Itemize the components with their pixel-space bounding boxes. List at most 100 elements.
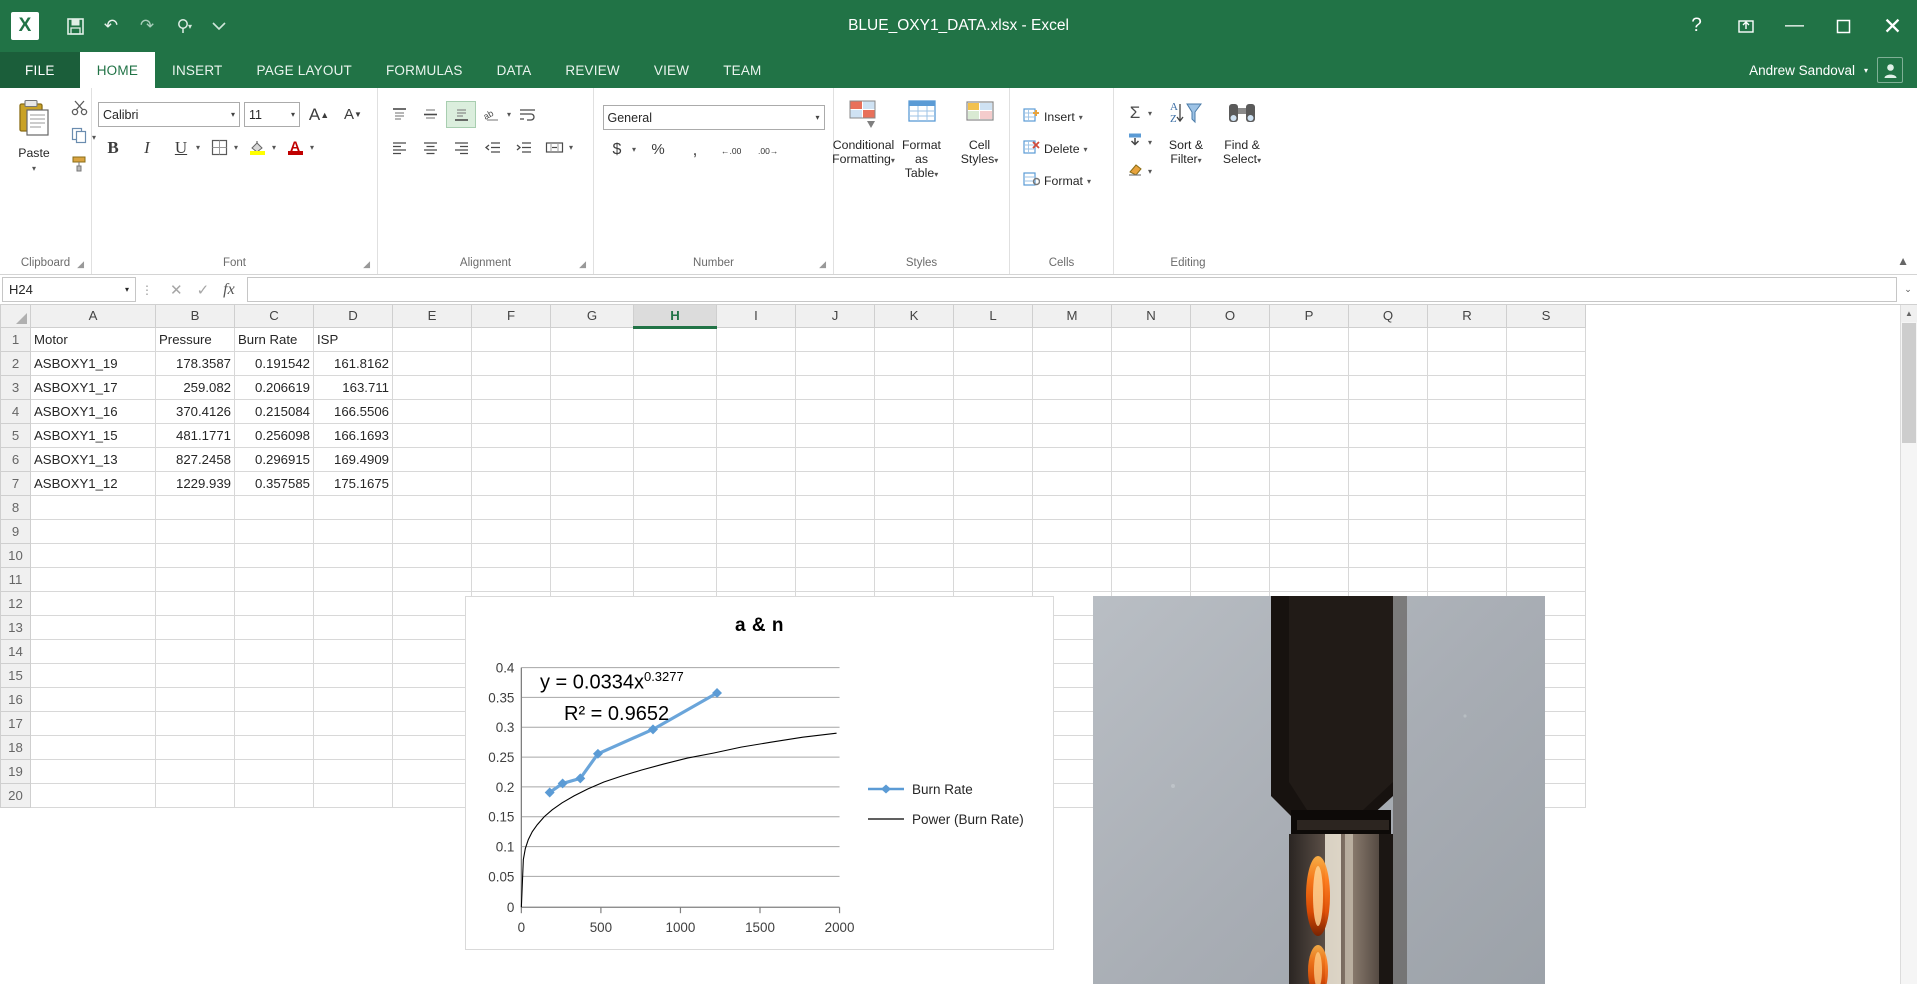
cell-Q7[interactable] bbox=[1348, 470, 1428, 496]
cell-C12[interactable] bbox=[234, 590, 314, 616]
table-row[interactable]: 11 bbox=[0, 566, 1586, 592]
cell-A3[interactable]: ASBOXY1_17 bbox=[30, 374, 156, 400]
cell-I10[interactable] bbox=[716, 542, 796, 568]
table-row[interactable]: 5 ASBOXY1_15 481.1771 0.256098 166.1693 bbox=[0, 422, 1586, 448]
align-middle-button[interactable] bbox=[415, 101, 445, 128]
table-row[interactable]: 8 bbox=[0, 494, 1586, 520]
table-row[interactable]: 2 ASBOXY1_19 178.3587 0.191542 161.8162 bbox=[0, 350, 1586, 376]
col-header-Q[interactable]: Q bbox=[1348, 305, 1428, 328]
col-header-R[interactable]: R bbox=[1427, 305, 1507, 328]
row-header-1[interactable]: 1 bbox=[0, 326, 31, 352]
col-header-M[interactable]: M bbox=[1032, 305, 1112, 328]
cell-B18[interactable] bbox=[155, 734, 235, 760]
cell-A2[interactable]: ASBOXY1_19 bbox=[30, 350, 156, 376]
cell-R8[interactable] bbox=[1427, 494, 1507, 520]
cell-A8[interactable] bbox=[30, 494, 156, 520]
tab-page-layout[interactable]: PAGE LAYOUT bbox=[240, 52, 369, 88]
format-as-table-button[interactable]: Format as Table▾ bbox=[894, 94, 950, 255]
cell-H5[interactable] bbox=[633, 422, 717, 448]
cell-F2[interactable] bbox=[471, 350, 551, 376]
cell-B5[interactable]: 481.1771 bbox=[155, 422, 235, 448]
delete-caret-icon[interactable]: ▾ bbox=[1084, 145, 1088, 154]
cell-I8[interactable] bbox=[716, 494, 796, 520]
cell-R6[interactable] bbox=[1427, 446, 1507, 472]
tab-home[interactable]: HOME bbox=[79, 52, 156, 88]
merge-center-caret-icon[interactable]: ▾ bbox=[569, 143, 573, 152]
cell-A15[interactable] bbox=[30, 662, 156, 688]
orientation-caret-icon[interactable]: ▾ bbox=[507, 110, 511, 119]
cell-B1[interactable]: Pressure bbox=[155, 326, 235, 352]
fill-color-split-button[interactable]: ▾ bbox=[242, 134, 276, 161]
row-header-9[interactable]: 9 bbox=[0, 518, 31, 544]
cell-F10[interactable] bbox=[471, 542, 551, 568]
help-icon[interactable]: ? bbox=[1672, 0, 1721, 52]
cell-L7[interactable] bbox=[953, 470, 1033, 496]
cell-A20[interactable] bbox=[30, 782, 156, 808]
cell-O2[interactable] bbox=[1190, 350, 1270, 376]
vertical-scrollbar[interactable]: ▲ bbox=[1900, 305, 1917, 984]
col-header-G[interactable]: G bbox=[550, 305, 634, 328]
cell-E3[interactable] bbox=[392, 374, 472, 400]
cell-A10[interactable] bbox=[30, 542, 156, 568]
paste-button[interactable]: Paste ▾ bbox=[6, 94, 62, 255]
cell-E16[interactable] bbox=[392, 686, 472, 712]
tab-file[interactable]: FILE bbox=[0, 52, 80, 88]
align-bottom-button[interactable] bbox=[446, 101, 476, 128]
table-row[interactable]: 3 ASBOXY1_17 259.082 0.206619 163.711 bbox=[0, 374, 1586, 400]
cell-P8[interactable] bbox=[1269, 494, 1349, 520]
cell-N2[interactable] bbox=[1111, 350, 1191, 376]
cell-C10[interactable] bbox=[234, 542, 314, 568]
cell-P7[interactable] bbox=[1269, 470, 1349, 496]
cell-G8[interactable] bbox=[550, 494, 634, 520]
autosum-caret-icon[interactable]: ▾ bbox=[1148, 109, 1152, 118]
cell-O11[interactable] bbox=[1190, 566, 1270, 592]
embedded-chart[interactable]: a & n 0.4 0.35 0.3 0.25 0.2 0.15 0.1 0.0… bbox=[465, 596, 1054, 950]
find-select-button[interactable]: Find & Select▾ bbox=[1214, 94, 1270, 255]
cell-F6[interactable] bbox=[471, 446, 551, 472]
formula-input[interactable] bbox=[246, 277, 1897, 302]
cell-Q3[interactable] bbox=[1348, 374, 1428, 400]
cell-I1[interactable] bbox=[716, 326, 796, 352]
cell-S3[interactable] bbox=[1506, 374, 1586, 400]
borders-split-button[interactable]: ▾ bbox=[204, 134, 238, 161]
cell-S5[interactable] bbox=[1506, 422, 1586, 448]
align-top-button[interactable] bbox=[384, 101, 414, 128]
cell-B7[interactable]: 1229.939 bbox=[155, 470, 235, 496]
col-header-A[interactable]: A bbox=[30, 305, 156, 328]
cell-M9[interactable] bbox=[1032, 518, 1112, 544]
cell-M10[interactable] bbox=[1032, 542, 1112, 568]
cell-B2[interactable]: 178.3587 bbox=[155, 350, 235, 376]
cell-N1[interactable] bbox=[1111, 326, 1191, 352]
cell-L9[interactable] bbox=[953, 518, 1033, 544]
row-header-10[interactable]: 10 bbox=[0, 542, 31, 568]
cell-H4[interactable] bbox=[633, 398, 717, 424]
row-header-7[interactable]: 7 bbox=[0, 470, 31, 496]
cell-S6[interactable] bbox=[1506, 446, 1586, 472]
cell-K4[interactable] bbox=[874, 398, 954, 424]
cell-O8[interactable] bbox=[1190, 494, 1270, 520]
cell-L4[interactable] bbox=[953, 398, 1033, 424]
cell-C9[interactable] bbox=[234, 518, 314, 544]
cell-A12[interactable] bbox=[30, 590, 156, 616]
cell-A14[interactable] bbox=[30, 638, 156, 664]
cell-N9[interactable] bbox=[1111, 518, 1191, 544]
close-button[interactable]: ✕ bbox=[1868, 0, 1917, 52]
cell-E19[interactable] bbox=[392, 758, 472, 784]
cell-K2[interactable] bbox=[874, 350, 954, 376]
orientation-icon[interactable]: ab bbox=[477, 101, 507, 128]
cell-Q10[interactable] bbox=[1348, 542, 1428, 568]
underline-split-button[interactable]: U ▾ bbox=[166, 134, 200, 161]
bold-button[interactable]: B bbox=[98, 134, 128, 161]
table-row[interactable]: 10 bbox=[0, 542, 1586, 568]
accounting-format-icon[interactable]: $ bbox=[602, 136, 632, 163]
cell-D17[interactable] bbox=[313, 710, 393, 736]
col-header-S[interactable]: S bbox=[1506, 305, 1586, 328]
font-size-dropdown-icon[interactable]: ▾ bbox=[285, 110, 295, 119]
cell-M8[interactable] bbox=[1032, 494, 1112, 520]
cell-I2[interactable] bbox=[716, 350, 796, 376]
cell-B10[interactable] bbox=[155, 542, 235, 568]
cell-K7[interactable] bbox=[874, 470, 954, 496]
col-header-H[interactable]: H bbox=[633, 305, 717, 329]
cell-D2[interactable]: 161.8162 bbox=[313, 350, 393, 376]
cell-D1[interactable]: ISP bbox=[313, 326, 393, 352]
